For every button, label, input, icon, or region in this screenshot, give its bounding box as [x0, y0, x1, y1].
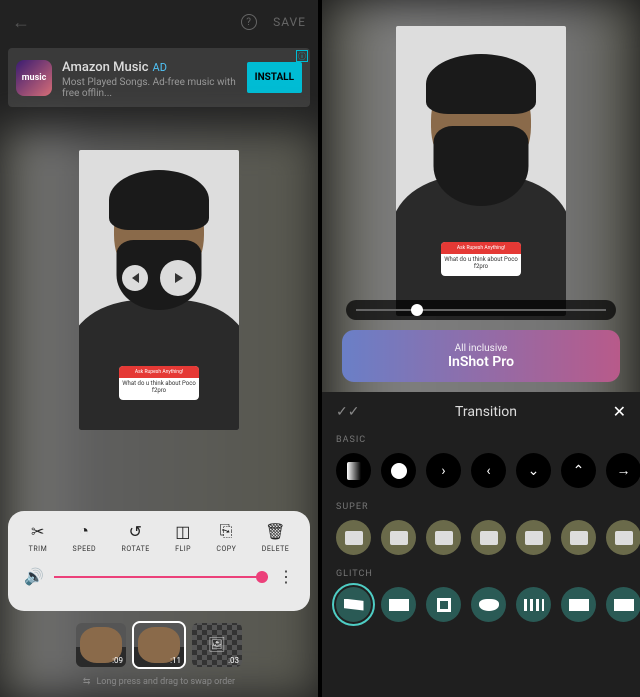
ad-title: Amazon Music [62, 60, 149, 75]
section-glitch: GLITCH [322, 565, 640, 581]
video-preview[interactable]: Ask Rupesh Anything! What do u think abo… [396, 26, 566, 316]
transition-basic-slide-down[interactable]: ⌄ [516, 453, 551, 488]
volume-slider[interactable] [54, 576, 268, 578]
transition-glitch-item[interactable] [516, 587, 551, 622]
play-button[interactable] [160, 260, 196, 296]
video-sticker: Ask Rupesh Anything! What do u think abo… [119, 366, 199, 400]
transition-glitch-item[interactable] [381, 587, 416, 622]
copy-button[interactable]: ⎘COPY [216, 521, 236, 553]
transition-super-item[interactable] [426, 520, 461, 555]
transition-super-item[interactable] [606, 520, 640, 555]
ad-tag: AD [153, 61, 167, 74]
transition-glitch-item[interactable] [606, 587, 640, 622]
transition-glitch-item[interactable] [426, 587, 461, 622]
transition-basic-dissolve[interactable] [381, 453, 416, 488]
transition-super-item[interactable] [561, 520, 596, 555]
clip-thumb[interactable]: :09 [76, 623, 126, 667]
close-icon[interactable]: ✕ [613, 402, 626, 421]
ad-app-icon: music [16, 60, 52, 96]
ad-subtitle: Most Played Songs. Ad-free music with fr… [62, 77, 247, 99]
transition-glitch-item[interactable] [336, 587, 371, 622]
ad-banner[interactable]: music Amazon Music AD Most Played Songs. … [8, 48, 310, 107]
timeline-slider[interactable] [346, 300, 616, 320]
transition-basic-slide-up[interactable]: ⌃ [561, 453, 596, 488]
video-sticker: Ask Rupesh Anything! What do u think abo… [441, 242, 521, 276]
transition-super-item[interactable] [336, 520, 371, 555]
transition-basic-slide-right[interactable]: › [426, 453, 461, 488]
help-icon[interactable]: ? [241, 14, 257, 30]
transition-glitch-item[interactable] [471, 587, 506, 622]
prev-button[interactable] [122, 265, 148, 291]
left-pane: ← ? SAVE music Amazon Music AD Most Playe… [0, 0, 318, 697]
trim-button[interactable]: ✂TRIM [29, 521, 48, 553]
volume-icon[interactable]: 🔊 [24, 567, 44, 586]
transition-glitch-item[interactable] [561, 587, 596, 622]
speed-button[interactable]: ◔SPEED [73, 521, 97, 553]
delete-button[interactable]: 🗑DELETE [262, 521, 290, 553]
transition-basic-slide-left[interactable]: ‹ [471, 453, 506, 488]
transition-basic-arrow[interactable]: → [606, 453, 640, 488]
add-clip-button[interactable]: 🖼:03 [192, 623, 242, 667]
pro-banner[interactable]: All inclusive InShot Pro [342, 330, 620, 382]
back-icon[interactable]: ← [12, 12, 30, 33]
transition-super-item[interactable] [516, 520, 551, 555]
clip-thumb[interactable]: :11 [134, 623, 184, 667]
section-super: SUPER [322, 498, 640, 514]
transition-super-item[interactable] [471, 520, 506, 555]
ad-install-button[interactable]: INSTALL [247, 62, 302, 93]
edit-panel: ✂TRIM ◔SPEED ↺ROTATE ◫FLIP ⎘COPY 🗑DELETE… [8, 511, 310, 611]
apply-all-icon[interactable]: ✓✓ [336, 404, 359, 420]
hint-text: ⇆Long press and drag to swap order [0, 677, 318, 687]
right-pane: Ask Rupesh Anything! What do u think abo… [322, 0, 640, 697]
transition-panel: ✓✓ Transition ✕ BASIC › ‹ ⌄ ⌃ → SUPER GL… [322, 392, 640, 697]
more-icon[interactable]: ⋮ [278, 567, 294, 586]
transition-title: Transition [455, 404, 517, 420]
clip-tray: :09 :11 🖼:03 [0, 623, 318, 667]
flip-button[interactable]: ◫FLIP [175, 521, 191, 553]
transition-basic-fade[interactable] [336, 453, 371, 488]
section-basic: BASIC [322, 431, 640, 447]
rotate-button[interactable]: ↺ROTATE [122, 521, 150, 553]
ad-close-icon[interactable]: ⓘ [296, 50, 308, 62]
save-button[interactable]: SAVE [273, 15, 306, 29]
transition-super-item[interactable] [381, 520, 416, 555]
topbar: ← ? SAVE [0, 0, 318, 44]
